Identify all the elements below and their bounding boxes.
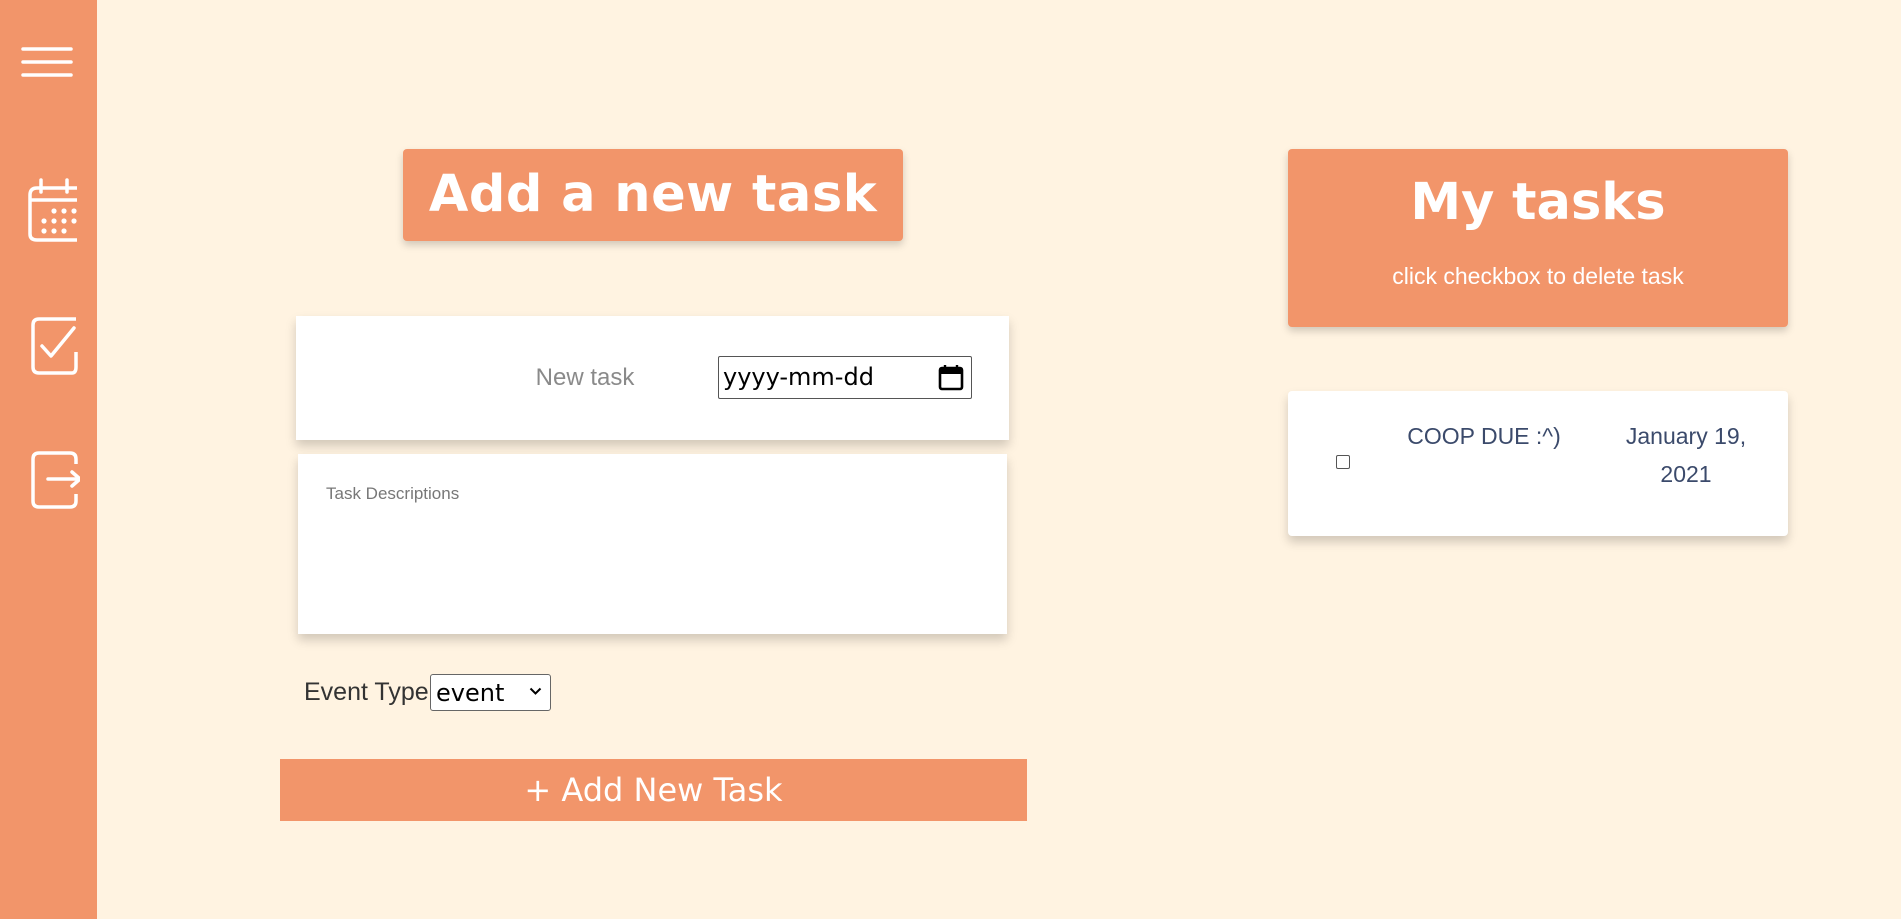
menu-icon: [21, 47, 73, 77]
tasks-button[interactable]: [30, 316, 86, 378]
calendar-icon: [28, 178, 77, 242]
add-task-header: Add a new task: [403, 149, 903, 241]
event-type-value: event: [436, 679, 505, 707]
calendar-button[interactable]: [27, 178, 83, 242]
menu-button[interactable]: [21, 40, 77, 84]
add-task-title: Add a new task: [428, 165, 878, 224]
task-date: January 19, 2021: [1625, 423, 1747, 487]
event-type-select[interactable]: event: [430, 674, 551, 711]
new-task-input[interactable]: [316, 350, 786, 406]
task-description-input[interactable]: [326, 484, 976, 614]
date-placeholder: yyyy-mm-dd: [723, 363, 874, 391]
add-new-task-button[interactable]: + Add New Task: [280, 759, 1027, 821]
list-item: COOP DUE :^) January 19, 2021: [1288, 391, 1788, 536]
event-type-label: Event Type:: [304, 678, 436, 706]
checkbox-icon: [31, 317, 78, 375]
sidebar: [0, 0, 97, 919]
my-tasks-title: My tasks: [1410, 173, 1666, 232]
my-tasks-header: My tasks click checkbox to delete task: [1288, 149, 1788, 327]
task-list: COOP DUE :^) January 19, 2021: [1288, 391, 1788, 536]
delete-task-checkbox[interactable]: [1336, 455, 1350, 469]
chevron-down-icon: [529, 687, 542, 695]
my-tasks-subtitle: click checkbox to delete task: [1392, 263, 1684, 289]
due-date-input[interactable]: yyyy-mm-dd: [718, 356, 972, 399]
logout-icon: [31, 451, 80, 509]
description-panel: [298, 454, 1007, 634]
logout-button[interactable]: [30, 450, 86, 512]
new-task-panel: yyyy-mm-dd: [296, 316, 1009, 440]
task-title: COOP DUE :^): [1407, 423, 1561, 449]
calendar-picker-icon[interactable]: [938, 364, 964, 391]
